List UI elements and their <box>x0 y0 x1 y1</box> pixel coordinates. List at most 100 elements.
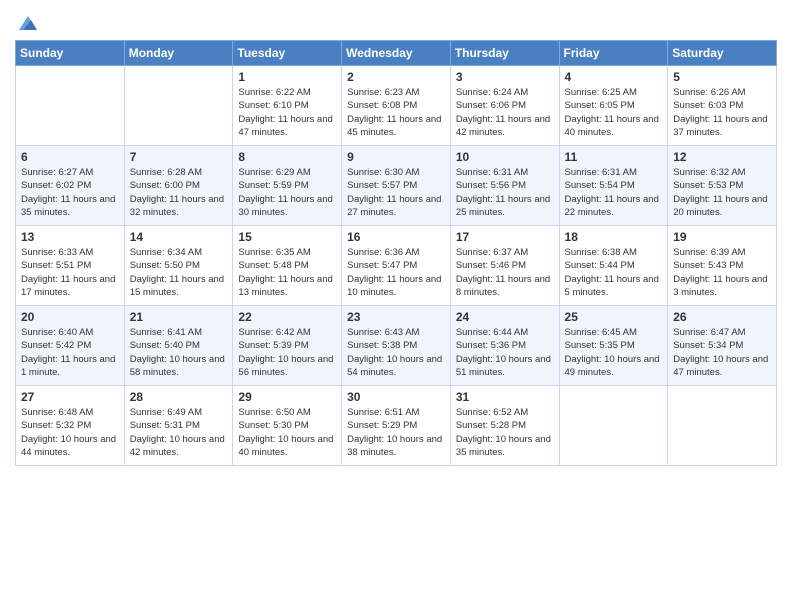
day-number: 22 <box>238 310 336 324</box>
day-cell: 24Sunrise: 6:44 AM Sunset: 5:36 PM Dayli… <box>450 306 559 386</box>
day-number: 2 <box>347 70 445 84</box>
day-number: 17 <box>456 230 554 244</box>
logo-icon <box>17 12 39 34</box>
day-cell: 15 Sunrise: 6:35 AM Sunset: 5:48 PM Dayli… <box>233 226 342 306</box>
day-number: 6 <box>21 150 119 164</box>
day-detail: Sunrise: 6:43 AM Sunset: 5:38 PM Dayligh… <box>347 326 445 379</box>
day-detail: Sunrise: 6:34 AM Sunset: 5:50 PM Dayligh… <box>130 246 228 299</box>
day-detail: Sunrise: 6:31 AM Sunset: 5:56 PM Dayligh… <box>456 166 554 219</box>
day-cell: 7 Sunrise: 6:28 AM Sunset: 6:00 PM Daylig… <box>124 146 233 226</box>
week-row-2: 6 Sunrise: 6:27 AM Sunset: 6:02 PM Daylig… <box>16 146 777 226</box>
day-number: 23 <box>347 310 445 324</box>
day-detail: Sunrise: 6:37 AM Sunset: 5:46 PM Dayligh… <box>456 246 554 299</box>
day-detail: Sunrise: 6:51 AM Sunset: 5:29 PM Dayligh… <box>347 406 445 459</box>
week-row-3: 13 Sunrise: 6:33 AM Sunset: 5:51 PM Dayli… <box>16 226 777 306</box>
day-cell: 28 Sunrise: 6:49 AM Sunset: 5:31 PM Dayli… <box>124 386 233 466</box>
day-cell <box>124 66 233 146</box>
day-cell: 13 Sunrise: 6:33 AM Sunset: 5:51 PM Dayli… <box>16 226 125 306</box>
day-number: 31 <box>456 390 554 404</box>
day-cell: 25Sunrise: 6:45 AM Sunset: 5:35 PM Dayli… <box>559 306 668 386</box>
day-cell: 3 Sunrise: 6:24 AM Sunset: 6:06 PM Daylig… <box>450 66 559 146</box>
calendar-table: SundayMondayTuesdayWednesdayThursdayFrid… <box>15 40 777 466</box>
day-cell: 8 Sunrise: 6:29 AM Sunset: 5:59 PM Daylig… <box>233 146 342 226</box>
day-cell: 26 Sunrise: 6:47 AM Sunset: 5:34 PM Dayli… <box>668 306 777 386</box>
day-detail: Sunrise: 6:23 AM Sunset: 6:08 PM Dayligh… <box>347 86 445 139</box>
day-cell: 30 Sunrise: 6:51 AM Sunset: 5:29 PM Dayli… <box>342 386 451 466</box>
header-cell-saturday: Saturday <box>668 41 777 66</box>
day-detail: Sunrise: 6:31 AM Sunset: 5:54 PM Dayligh… <box>565 166 663 219</box>
day-number: 28 <box>130 390 228 404</box>
header-row: SundayMondayTuesdayWednesdayThursdayFrid… <box>16 41 777 66</box>
day-detail: Sunrise: 6:25 AM Sunset: 6:05 PM Dayligh… <box>565 86 663 139</box>
day-number: 19 <box>673 230 771 244</box>
day-number: 27 <box>21 390 119 404</box>
day-detail: Sunrise: 6:47 AM Sunset: 5:34 PM Dayligh… <box>673 326 771 379</box>
day-detail: Sunrise: 6:28 AM Sunset: 6:00 PM Dayligh… <box>130 166 228 219</box>
day-number: 18 <box>565 230 663 244</box>
day-cell: 23 Sunrise: 6:43 AM Sunset: 5:38 PM Dayli… <box>342 306 451 386</box>
day-detail: Sunrise: 6:32 AM Sunset: 5:53 PM Dayligh… <box>673 166 771 219</box>
day-number: 30 <box>347 390 445 404</box>
calendar-body: 1 Sunrise: 6:22 AM Sunset: 6:10 PM Daylig… <box>16 66 777 466</box>
day-detail: Sunrise: 6:45 AM Sunset: 5:35 PM Dayligh… <box>565 326 663 379</box>
day-number: 11 <box>565 150 663 164</box>
day-number: 8 <box>238 150 336 164</box>
day-detail: Sunrise: 6:50 AM Sunset: 5:30 PM Dayligh… <box>238 406 336 459</box>
day-cell: 19 Sunrise: 6:39 AM Sunset: 5:43 PM Dayli… <box>668 226 777 306</box>
day-number: 13 <box>21 230 119 244</box>
day-number: 5 <box>673 70 771 84</box>
day-detail: Sunrise: 6:52 AM Sunset: 5:28 PM Dayligh… <box>456 406 554 459</box>
day-detail: Sunrise: 6:49 AM Sunset: 5:31 PM Dayligh… <box>130 406 228 459</box>
week-row-5: 27Sunrise: 6:48 AM Sunset: 5:32 PM Dayli… <box>16 386 777 466</box>
logo <box>15 14 41 36</box>
day-detail: Sunrise: 6:36 AM Sunset: 5:47 PM Dayligh… <box>347 246 445 299</box>
day-cell: 16 Sunrise: 6:36 AM Sunset: 5:47 PM Dayli… <box>342 226 451 306</box>
day-cell: 2 Sunrise: 6:23 AM Sunset: 6:08 PM Daylig… <box>342 66 451 146</box>
day-detail: Sunrise: 6:41 AM Sunset: 5:40 PM Dayligh… <box>130 326 228 379</box>
day-cell: 1 Sunrise: 6:22 AM Sunset: 6:10 PM Daylig… <box>233 66 342 146</box>
day-cell: 11 Sunrise: 6:31 AM Sunset: 5:54 PM Dayli… <box>559 146 668 226</box>
day-number: 7 <box>130 150 228 164</box>
day-cell: 5Sunrise: 6:26 AM Sunset: 6:03 PM Daylig… <box>668 66 777 146</box>
day-number: 15 <box>238 230 336 244</box>
week-row-1: 1 Sunrise: 6:22 AM Sunset: 6:10 PM Daylig… <box>16 66 777 146</box>
day-cell: 10 Sunrise: 6:31 AM Sunset: 5:56 PM Dayli… <box>450 146 559 226</box>
day-number: 4 <box>565 70 663 84</box>
day-number: 16 <box>347 230 445 244</box>
day-detail: Sunrise: 6:30 AM Sunset: 5:57 PM Dayligh… <box>347 166 445 219</box>
day-cell: 14 Sunrise: 6:34 AM Sunset: 5:50 PM Dayli… <box>124 226 233 306</box>
day-detail: Sunrise: 6:22 AM Sunset: 6:10 PM Dayligh… <box>238 86 336 139</box>
day-number: 10 <box>456 150 554 164</box>
day-number: 24 <box>456 310 554 324</box>
day-cell: 17 Sunrise: 6:37 AM Sunset: 5:46 PM Dayli… <box>450 226 559 306</box>
day-cell: 27Sunrise: 6:48 AM Sunset: 5:32 PM Dayli… <box>16 386 125 466</box>
day-number: 1 <box>238 70 336 84</box>
week-row-4: 20Sunrise: 6:40 AM Sunset: 5:42 PM Dayli… <box>16 306 777 386</box>
day-number: 26 <box>673 310 771 324</box>
day-cell: 22 Sunrise: 6:42 AM Sunset: 5:39 PM Dayli… <box>233 306 342 386</box>
day-cell <box>559 386 668 466</box>
day-cell <box>668 386 777 466</box>
header-cell-friday: Friday <box>559 41 668 66</box>
day-cell: 20Sunrise: 6:40 AM Sunset: 5:42 PM Dayli… <box>16 306 125 386</box>
day-detail: Sunrise: 6:40 AM Sunset: 5:42 PM Dayligh… <box>21 326 119 379</box>
day-cell <box>16 66 125 146</box>
day-number: 14 <box>130 230 228 244</box>
day-detail: Sunrise: 6:27 AM Sunset: 6:02 PM Dayligh… <box>21 166 119 219</box>
day-detail: Sunrise: 6:38 AM Sunset: 5:44 PM Dayligh… <box>565 246 663 299</box>
day-detail: Sunrise: 6:24 AM Sunset: 6:06 PM Dayligh… <box>456 86 554 139</box>
day-cell: 12 Sunrise: 6:32 AM Sunset: 5:53 PM Dayli… <box>668 146 777 226</box>
day-number: 12 <box>673 150 771 164</box>
day-detail: Sunrise: 6:42 AM Sunset: 5:39 PM Dayligh… <box>238 326 336 379</box>
day-number: 21 <box>130 310 228 324</box>
day-detail: Sunrise: 6:29 AM Sunset: 5:59 PM Dayligh… <box>238 166 336 219</box>
day-detail: Sunrise: 6:39 AM Sunset: 5:43 PM Dayligh… <box>673 246 771 299</box>
day-detail: Sunrise: 6:33 AM Sunset: 5:51 PM Dayligh… <box>21 246 119 299</box>
day-number: 9 <box>347 150 445 164</box>
day-detail: Sunrise: 6:35 AM Sunset: 5:48 PM Dayligh… <box>238 246 336 299</box>
header-cell-tuesday: Tuesday <box>233 41 342 66</box>
header-cell-wednesday: Wednesday <box>342 41 451 66</box>
day-cell: 31 Sunrise: 6:52 AM Sunset: 5:28 PM Dayli… <box>450 386 559 466</box>
day-cell: 4 Sunrise: 6:25 AM Sunset: 6:05 PM Daylig… <box>559 66 668 146</box>
day-number: 3 <box>456 70 554 84</box>
